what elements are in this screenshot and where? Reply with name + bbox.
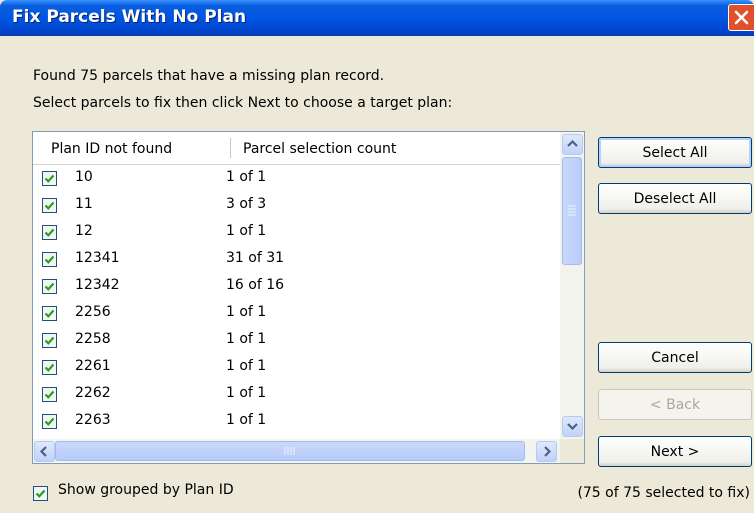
checkmark-icon (44, 309, 55, 318)
checkmark-icon (44, 390, 55, 399)
plan-id-cell: 10 (75, 169, 93, 185)
chevron-up-icon (567, 139, 578, 147)
plan-id-cell: 12342 (75, 277, 120, 293)
grip-icon (568, 205, 576, 216)
chevron-right-icon (544, 446, 552, 457)
row-checkbox[interactable] (42, 333, 57, 348)
parcel-count-cell: 1 of 1 (226, 385, 267, 401)
message-line-1: Found 75 parcels that have a missing pla… (33, 68, 385, 84)
list-item[interactable]: 12342 16 of 16 (33, 275, 560, 302)
row-checkbox[interactable] (42, 171, 57, 186)
scroll-right-button[interactable] (536, 441, 557, 462)
selection-status: (75 of 75 selected to fix) (577, 485, 750, 501)
checkmark-icon (44, 417, 55, 426)
parcel-list[interactable]: Plan ID not found Parcel selection count… (32, 131, 585, 464)
row-checkbox[interactable] (42, 387, 57, 402)
scroll-left-button[interactable] (34, 441, 55, 462)
list-item[interactable]: 2258 1 of 1 (33, 329, 560, 356)
row-checkbox[interactable] (42, 279, 57, 294)
list-item[interactable]: 2262 1 of 1 (33, 383, 560, 410)
checkmark-icon (44, 363, 55, 372)
row-checkbox[interactable] (42, 198, 57, 213)
cancel-button[interactable]: Cancel (598, 342, 752, 373)
list-item[interactable]: 2261 1 of 1 (33, 356, 560, 383)
checkmark-icon (44, 336, 55, 345)
scroll-up-button[interactable] (562, 134, 583, 155)
deselect-all-button[interactable]: Deselect All (598, 183, 752, 214)
chevron-down-icon (567, 423, 578, 431)
show-grouped-checkbox[interactable] (33, 486, 48, 501)
list-item[interactable]: 10 1 of 1 (33, 167, 560, 194)
checkmark-icon (35, 489, 46, 498)
plan-id-cell: 2261 (75, 358, 111, 374)
parcel-count-cell: 1 of 1 (226, 304, 267, 320)
plan-id-cell: 11 (75, 196, 93, 212)
message-line-2: Select parcels to fix then click Next to… (33, 95, 453, 111)
list-item[interactable]: 2263 1 of 1 (33, 410, 560, 437)
row-checkbox[interactable] (42, 225, 57, 240)
show-grouped-label[interactable]: Show grouped by Plan ID (58, 482, 234, 498)
row-checkbox[interactable] (42, 414, 57, 429)
checkmark-icon (44, 255, 55, 264)
plan-id-cell: 12341 (75, 250, 120, 266)
horizontal-scrollbar[interactable] (33, 439, 560, 463)
column-header-plan-id[interactable]: Plan ID not found (51, 141, 172, 157)
checkmark-icon (44, 174, 55, 183)
scrollbar-corner (560, 439, 584, 463)
parcel-count-cell: 1 of 1 (226, 223, 267, 239)
row-checkbox[interactable] (42, 252, 57, 267)
checkmark-icon (44, 228, 55, 237)
row-checkbox[interactable] (42, 306, 57, 321)
vertical-scroll-thumb[interactable] (562, 157, 582, 265)
parcel-count-cell: 1 of 1 (226, 412, 267, 428)
parcel-count-cell: 31 of 31 (226, 250, 285, 266)
parcel-count-cell: 1 of 1 (226, 331, 267, 347)
plan-id-cell: 2258 (75, 331, 111, 347)
horizontal-scroll-thumb[interactable] (55, 441, 525, 461)
parcel-count-cell: 1 of 1 (226, 169, 267, 185)
next-button[interactable]: Next > (598, 436, 752, 467)
chevron-left-icon (39, 446, 47, 457)
window-title: Fix Parcels With No Plan (12, 7, 247, 27)
close-icon (734, 10, 749, 25)
parcel-count-cell: 3 of 3 (226, 196, 267, 212)
list-header: Plan ID not found Parcel selection count (33, 132, 560, 165)
parcel-count-cell: 1 of 1 (226, 358, 267, 374)
row-checkbox[interactable] (42, 360, 57, 375)
plan-id-cell: 12 (75, 223, 93, 239)
checkmark-icon (44, 282, 55, 291)
checkmark-icon (44, 201, 55, 210)
column-divider[interactable] (230, 138, 231, 158)
select-all-button[interactable]: Select All (598, 137, 752, 168)
plan-id-cell: 2256 (75, 304, 111, 320)
close-button[interactable] (728, 4, 754, 31)
list-item[interactable]: 12 1 of 1 (33, 221, 560, 248)
vertical-scrollbar[interactable] (560, 132, 584, 439)
scroll-down-button[interactable] (562, 416, 583, 437)
column-header-parcel-count[interactable]: Parcel selection count (243, 141, 396, 157)
list-item[interactable]: 2256 1 of 1 (33, 302, 560, 329)
plan-id-cell: 2262 (75, 385, 111, 401)
list-item[interactable]: 11 3 of 3 (33, 194, 560, 221)
parcel-count-cell: 16 of 16 (226, 277, 285, 293)
title-bar: Fix Parcels With No Plan (0, 0, 754, 36)
grip-icon (284, 447, 295, 455)
list-item[interactable]: 12341 31 of 31 (33, 248, 560, 275)
back-button: < Back (598, 389, 752, 420)
plan-id-cell: 2263 (75, 412, 111, 428)
